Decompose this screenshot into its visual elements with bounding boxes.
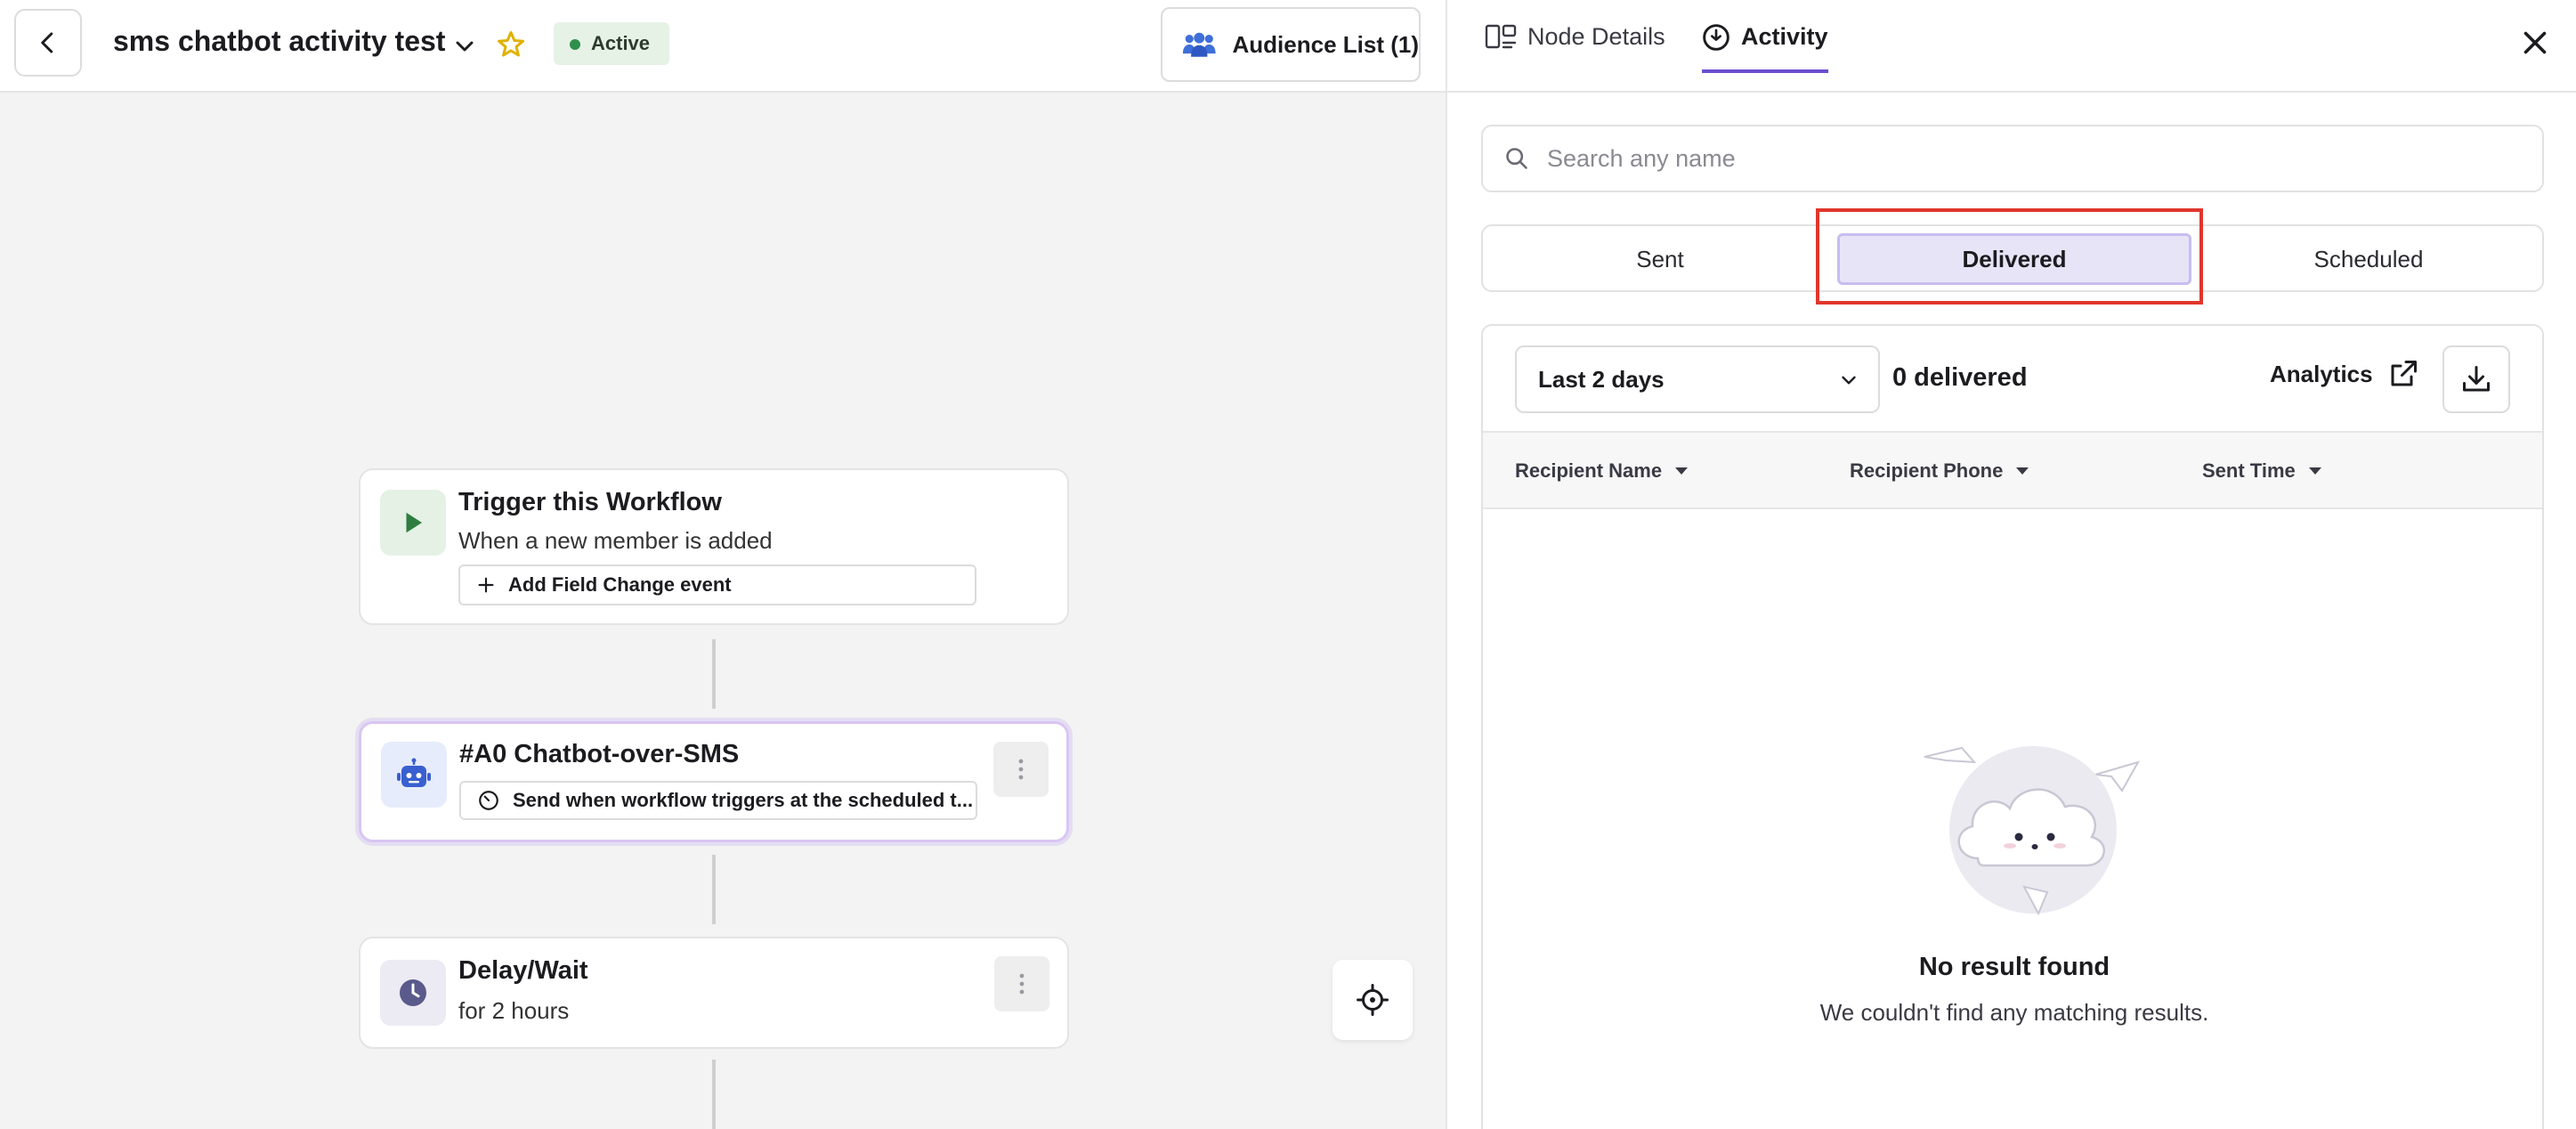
search-input[interactable] bbox=[1547, 144, 2542, 173]
chevron-down-icon[interactable] bbox=[450, 32, 479, 61]
status-dot-icon bbox=[570, 39, 580, 50]
chevron-down-icon bbox=[1842, 376, 1856, 385]
delivered-count: 0 delivered bbox=[1892, 363, 2028, 392]
column-recipient-name[interactable]: Recipient Name bbox=[1515, 459, 1689, 483]
download-button[interactable] bbox=[2442, 345, 2510, 413]
connector-line bbox=[712, 1060, 716, 1129]
status-badge: Active bbox=[554, 22, 670, 65]
timer-icon bbox=[479, 791, 498, 810]
date-range-value: Last 2 days bbox=[1538, 365, 1665, 393]
caret-down-icon bbox=[2016, 467, 2029, 475]
activity-panel: Node Details Activity Sent Delivere bbox=[1446, 0, 2576, 1129]
empty-state-cloud-icon bbox=[1924, 746, 2141, 916]
back-button[interactable] bbox=[14, 9, 82, 77]
robot-icon bbox=[381, 742, 447, 808]
search-box[interactable] bbox=[1481, 125, 2544, 192]
node-details-icon bbox=[1485, 24, 1517, 49]
external-link-icon bbox=[2391, 361, 2417, 386]
empty-state-title: No result found bbox=[1918, 953, 2110, 981]
crosshair-icon bbox=[1357, 984, 1389, 1016]
node-title: Trigger this Workflow bbox=[458, 488, 722, 516]
star-icon[interactable] bbox=[495, 28, 527, 61]
play-icon bbox=[380, 490, 446, 556]
analytics-label: Analytics bbox=[2270, 360, 2373, 387]
column-label: Sent Time bbox=[2202, 459, 2296, 482]
status-label: Active bbox=[591, 32, 651, 54]
close-icon[interactable] bbox=[2519, 27, 2551, 59]
column-recipient-phone[interactable]: Recipient Phone bbox=[1850, 459, 2029, 483]
tab-activity[interactable]: Activity bbox=[1702, 23, 1828, 73]
caret-down-icon bbox=[2308, 467, 2321, 475]
panel-tabs: Node Details Activity bbox=[1447, 0, 2576, 93]
chip-label: Add Field Change event bbox=[508, 573, 732, 596]
column-label: Recipient Name bbox=[1515, 459, 1663, 482]
tab-node-details[interactable]: Node Details bbox=[1485, 23, 1665, 73]
analytics-link[interactable]: Analytics bbox=[2270, 358, 2419, 390]
node-menu-button[interactable] bbox=[994, 956, 1049, 1011]
caret-down-icon bbox=[1675, 467, 1689, 475]
segment-scheduled[interactable]: Scheduled bbox=[2191, 233, 2546, 285]
plus-icon bbox=[478, 577, 494, 593]
chip-label: Send when workflow triggers at the sched… bbox=[513, 789, 974, 811]
node-title: Delay/Wait bbox=[458, 956, 588, 985]
tab-label: Activity bbox=[1741, 23, 1828, 50]
trigger-node[interactable]: Trigger this Workflow When a new member … bbox=[359, 468, 1069, 625]
add-field-change-button[interactable]: Add Field Change event bbox=[458, 564, 976, 605]
search-icon bbox=[1506, 148, 1527, 169]
node-menu-button[interactable] bbox=[993, 742, 1049, 797]
column-label: Recipient Phone bbox=[1850, 459, 2004, 482]
app-root: sms chatbot activity test Active Audienc… bbox=[0, 0, 2576, 1129]
segment-sent[interactable]: Sent bbox=[1483, 233, 1837, 285]
segment-delivered[interactable]: Delivered bbox=[1837, 233, 2191, 285]
recenter-button[interactable] bbox=[1333, 960, 1413, 1040]
kebab-icon bbox=[1019, 973, 1025, 995]
clock-icon bbox=[380, 960, 446, 1026]
chatbot-sms-node[interactable]: #A0 Chatbot-over-SMS Send when workflow … bbox=[359, 721, 1069, 842]
tab-label: Node Details bbox=[1527, 23, 1665, 50]
schedule-chip[interactable]: Send when workflow triggers at the sched… bbox=[459, 781, 977, 820]
chevron-left-icon bbox=[41, 32, 53, 53]
users-icon bbox=[1182, 32, 1216, 57]
column-sent-time[interactable]: Sent Time bbox=[2202, 459, 2322, 483]
node-subtitle: for 2 hours bbox=[458, 997, 570, 1024]
date-range-select[interactable]: Last 2 days bbox=[1515, 345, 1880, 413]
kebab-icon bbox=[1018, 759, 1024, 780]
download-icon bbox=[2463, 366, 2490, 392]
delay-wait-node[interactable]: Delay/Wait for 2 hours bbox=[359, 937, 1069, 1049]
node-subtitle: When a new member is added bbox=[458, 527, 773, 554]
activity-icon bbox=[1703, 24, 1729, 51]
audience-list-label: Audience List (1) bbox=[1232, 30, 1419, 58]
audience-list-button[interactable]: Audience List (1) bbox=[1161, 7, 1421, 82]
node-title: #A0 Chatbot-over-SMS bbox=[459, 740, 740, 768]
table-header: Recipient Name Recipient Phone Sent Time bbox=[1483, 431, 2542, 509]
connector-line bbox=[712, 639, 716, 709]
workflow-header: sms chatbot activity test Active Audienc… bbox=[0, 0, 1446, 93]
connector-line bbox=[712, 855, 716, 924]
workflow-title: sms chatbot activity test bbox=[113, 25, 446, 57]
empty-state-subtitle: We couldn't find any matching results. bbox=[1819, 999, 2209, 1026]
status-segmented-control: Sent Delivered Scheduled bbox=[1481, 224, 2544, 292]
results-card: Last 2 days 0 delivered Analytics Recipi… bbox=[1481, 324, 2544, 1129]
